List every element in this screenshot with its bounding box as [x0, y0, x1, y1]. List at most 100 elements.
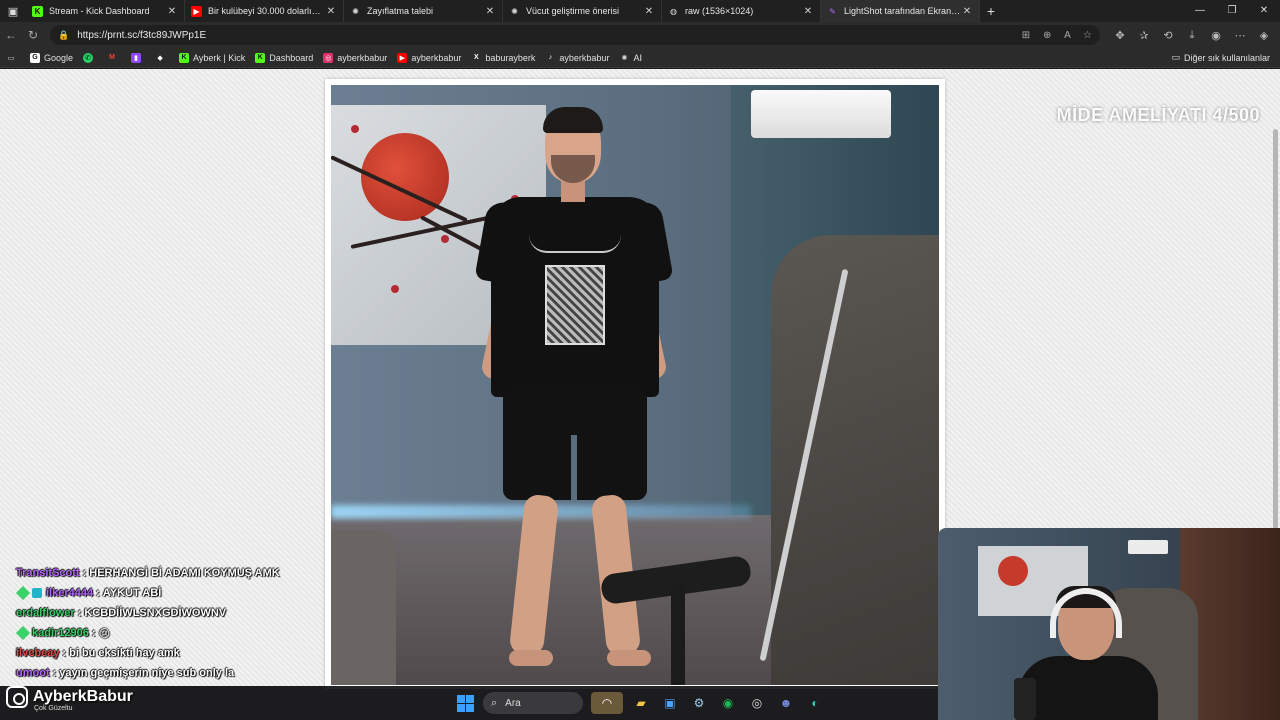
back-icon[interactable]: ←	[0, 28, 22, 42]
bookmark-gmail[interactable]: M	[107, 53, 121, 63]
close-tab-icon[interactable]: ✕	[961, 6, 973, 17]
close-tab-icon[interactable]: ✕	[325, 6, 337, 17]
chat-username: kadir12906	[32, 627, 89, 639]
bookmark-tiktok[interactable]: ♪ ayberkbabur	[545, 53, 610, 63]
screenshot-photo[interactable]	[331, 85, 939, 685]
spotify-icon[interactable]: ◉	[717, 692, 739, 714]
bookmark-instagram[interactable]: ◎ ayberkbabur	[323, 52, 387, 63]
taskbar-search[interactable]: ⌕ Ara	[483, 692, 583, 714]
bookmark-x[interactable]: Xbaburayberk	[471, 53, 535, 63]
url-text[interactable]: https://prnt.sc/f3tc89JWPp1E	[77, 30, 1012, 41]
minimize-icon[interactable]: —	[1184, 0, 1216, 22]
openai-icon: ✺	[352, 6, 359, 16]
chat-message: TransitScott: HERHANGİ Bİ ADAMI KOYMUŞ AM…	[16, 567, 280, 579]
streamer-name: AyberkBabur	[33, 688, 133, 705]
bookmark-sidebar-toggle[interactable]: ▭	[6, 53, 20, 63]
bookmark-google[interactable]: G Google	[30, 52, 73, 63]
profile-icon[interactable]: ◉	[1204, 29, 1228, 42]
chat-text: KCBDİİWLSNXGDİWOWNV	[84, 607, 227, 619]
apps-icon[interactable]: ⊞	[1022, 30, 1030, 41]
tab-raw-image[interactable]: ◍ raw (1536×1024) ✕	[662, 0, 821, 22]
downloads-icon[interactable]: ⤓	[1180, 29, 1204, 42]
tab-kick-dashboard[interactable]: K Stream - Kick Dashboard ✕	[26, 0, 185, 22]
tab-zayiflatma[interactable]: ✺ Zayıflatma talebi ✕	[344, 0, 503, 22]
bookmark-ai[interactable]: ✺ AI	[619, 53, 642, 63]
bookmark-diamond[interactable]: ◆	[155, 53, 169, 63]
bookmark-ayberk-kick[interactable]: K Ayberk | Kick	[179, 52, 245, 63]
reload-icon[interactable]: ↻	[22, 28, 44, 42]
bookmark-dashboard[interactable]: K Dashboard	[255, 52, 313, 63]
tab-strip: ▣ K Stream - Kick Dashboard ✕ ▶ Bir kulü…	[0, 0, 1280, 22]
bookmarks-bar: ▭ G Google ✆ M ▮ ◆ K Ayberk | Kick K Dashbo…	[0, 48, 1280, 68]
streamer-subtext: Çok Güzeltu	[34, 705, 73, 712]
webcam-body	[1018, 656, 1158, 720]
new-tab-button[interactable]: +	[980, 3, 1002, 19]
close-tab-icon[interactable]: ✕	[802, 6, 814, 17]
youtube-icon: ▶	[397, 52, 408, 63]
bookmark-youtube[interactable]: ▶ ayberkbabur	[397, 52, 461, 63]
tab-vucut[interactable]: ✺ Vücut geliştirme önerisi ✕	[503, 0, 662, 22]
chat-text: HERHANGİ Bİ ADAMI KOYMUŞ AMK	[89, 567, 280, 579]
lightshot-icon: ✎	[829, 6, 836, 16]
omnibox-icons: ⊞ ⊕ A ☆	[1012, 30, 1092, 41]
other-bookmarks[interactable]: ▭ Diğer sık kullanılanlar	[1171, 52, 1270, 63]
chat-message: umoot: yayın geçmişerin niye sub only la	[16, 667, 235, 679]
photo-neck	[561, 180, 585, 202]
photo-air-conditioner	[751, 90, 891, 138]
more-menu-icon[interactable]: ⋯	[1228, 29, 1252, 42]
bookmark-whatsapp[interactable]: ✆	[83, 52, 97, 63]
chat-message: erdalflower: KCBDİİWLSNXGDİWOWNV	[16, 607, 227, 619]
chat-text: 😢	[98, 627, 111, 640]
photo-blossom	[391, 285, 399, 293]
read-aloud-icon[interactable]: A	[1064, 30, 1070, 41]
lock-icon[interactable]: 🔒	[58, 30, 69, 41]
copilot-icon[interactable]: ◈	[1252, 29, 1276, 42]
favorites-icon[interactable]: ✰	[1132, 29, 1156, 42]
photo-blossom	[351, 125, 359, 133]
edge-icon[interactable]: ◐	[804, 692, 826, 714]
chat-message: kadir12906: 😢	[15, 623, 326, 643]
bookmark-twitch[interactable]: ▮	[131, 52, 145, 63]
favorite-star-icon[interactable]: ☆	[1083, 30, 1092, 41]
gift-badge-icon	[32, 588, 42, 598]
chat-username: erdalflower	[16, 607, 75, 619]
taskbar-items: ⌕ Ara ◠ ▰ ▣ ⚙ ◉ ◎ ☻ ◐	[454, 692, 833, 714]
sidebar-icon: ▭	[7, 54, 15, 62]
restore-icon[interactable]: ❐	[1216, 0, 1248, 22]
windows-start-icon[interactable]	[454, 692, 476, 714]
screenshot-frame	[325, 79, 945, 689]
extensions-icon[interactable]: ✥	[1108, 29, 1132, 42]
tiktok-icon: ♪	[548, 54, 553, 61]
sub-badge-icon	[15, 625, 31, 641]
photo-blossom	[441, 235, 449, 243]
zoom-icon[interactable]: ⊕	[1043, 30, 1051, 41]
close-tab-icon[interactable]: ✕	[643, 6, 655, 17]
photo-gaming-chair	[771, 235, 939, 685]
tab-youtube-video[interactable]: ▶ Bir kulübeyi 30.000 dolarlık bir RUS ✕	[185, 0, 344, 22]
discord-icon[interactable]: ☻	[775, 692, 797, 714]
diamond-icon: ◆	[157, 54, 163, 62]
browser-toolbar: ← ↻ 🔒 https://prnt.sc/f3tc89JWPp1E ⊞ ⊕ A…	[0, 22, 1280, 48]
close-tab-icon[interactable]: ✕	[484, 6, 496, 17]
chat-text: bi bu eksikti hay amk	[69, 647, 180, 659]
close-tab-icon[interactable]: ✕	[166, 6, 178, 17]
stream-overlay-title: MİDE AMELİYATI 4/500	[1056, 105, 1260, 125]
file-explorer-icon[interactable]: ▰	[630, 692, 652, 714]
tab-lightshot[interactable]: ✎ LightShot tarafından Ekran Görünt ✕	[821, 0, 980, 22]
gmail-icon: M	[109, 54, 115, 61]
chat-text: AYKUT ABİ	[102, 587, 162, 599]
address-bar[interactable]: 🔒 https://prnt.sc/f3tc89JWPp1E ⊞ ⊕ A ☆	[50, 25, 1100, 45]
widgets-icon[interactable]: ◠	[591, 692, 623, 714]
page-scrollbar[interactable]	[1273, 129, 1278, 529]
photo-tshirt-print	[545, 265, 605, 345]
tab-actions-icon[interactable]: ▣	[0, 0, 26, 22]
photo-hair	[543, 107, 603, 133]
close-window-icon[interactable]: ✕	[1248, 0, 1280, 22]
history-icon[interactable]: ⟲	[1156, 29, 1180, 42]
openai-icon: ✺	[511, 6, 518, 16]
steam-icon[interactable]: ⚙	[688, 692, 710, 714]
photo-tshirt-script	[529, 235, 621, 253]
windows-taskbar: ⌕ Ara ◠ ▰ ▣ ⚙ ◉ ◎ ☻ ◐	[0, 686, 938, 720]
photos-icon[interactable]: ▣	[659, 692, 681, 714]
obs-icon[interactable]: ◎	[746, 692, 768, 714]
